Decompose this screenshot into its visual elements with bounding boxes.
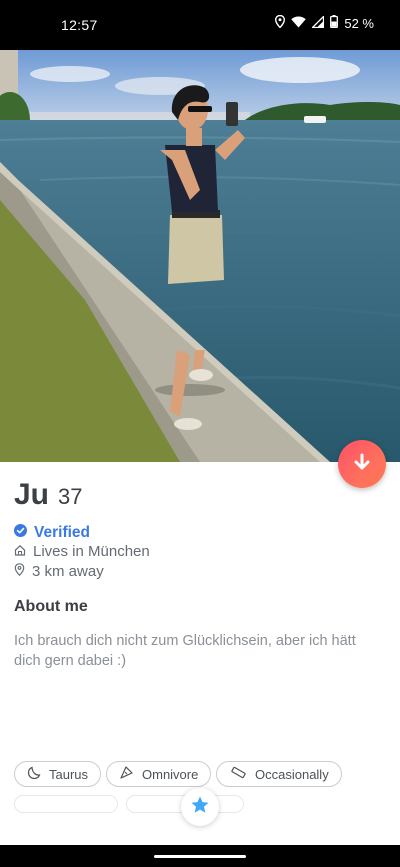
home-gesture-handle[interactable]	[154, 855, 246, 858]
profile-age: 37	[58, 484, 83, 509]
name-age-row: Ju 37	[14, 478, 83, 512]
chip-faded-1	[14, 795, 118, 813]
bio-text: Ich brauch dich nicht zum Glücklichsein,…	[14, 633, 356, 669]
status-bar: 12:57 52 %	[0, 0, 400, 50]
moon-icon	[27, 766, 41, 783]
arrow-down-icon	[353, 453, 371, 476]
distance-row: 3 km away	[14, 563, 104, 580]
verified-check-icon	[14, 524, 27, 542]
battery-icon	[330, 15, 339, 31]
battery-percent: 52 %	[344, 15, 374, 31]
chip-diet-label: Omnivore	[142, 766, 199, 782]
location-pin-icon	[14, 563, 25, 580]
lives-in-row: Lives in München	[14, 543, 150, 560]
signal-icon	[311, 14, 325, 31]
chip-smoking: Occasionally	[216, 761, 342, 787]
status-time: 12:57	[61, 17, 98, 33]
super-like-button[interactable]	[181, 788, 219, 826]
status-icons: 52 %	[275, 14, 374, 31]
star-icon	[190, 795, 210, 820]
wifi-icon	[291, 16, 307, 31]
profile-name: Ju	[14, 478, 50, 511]
chip-zodiac: Taurus	[14, 761, 102, 787]
navigation-bar	[0, 845, 400, 867]
location-icon	[275, 14, 286, 31]
lives-in-text: Lives in München	[33, 543, 150, 560]
utensils-icon	[119, 765, 134, 783]
chip-smoking-label: Occasionally	[255, 766, 329, 782]
about-me-heading: About me	[14, 598, 88, 615]
profile-photo[interactable]	[0, 50, 400, 462]
cigarette-icon	[229, 766, 247, 783]
distance-text: 3 km away	[32, 563, 104, 580]
chip-diet: Omnivore	[106, 761, 212, 787]
chip-zodiac-label: Taurus	[49, 766, 89, 782]
collapse-profile-button[interactable]	[338, 440, 386, 488]
verified-label: Verified	[34, 524, 90, 541]
home-icon	[14, 543, 26, 560]
verified-badge[interactable]: Verified	[14, 524, 90, 542]
